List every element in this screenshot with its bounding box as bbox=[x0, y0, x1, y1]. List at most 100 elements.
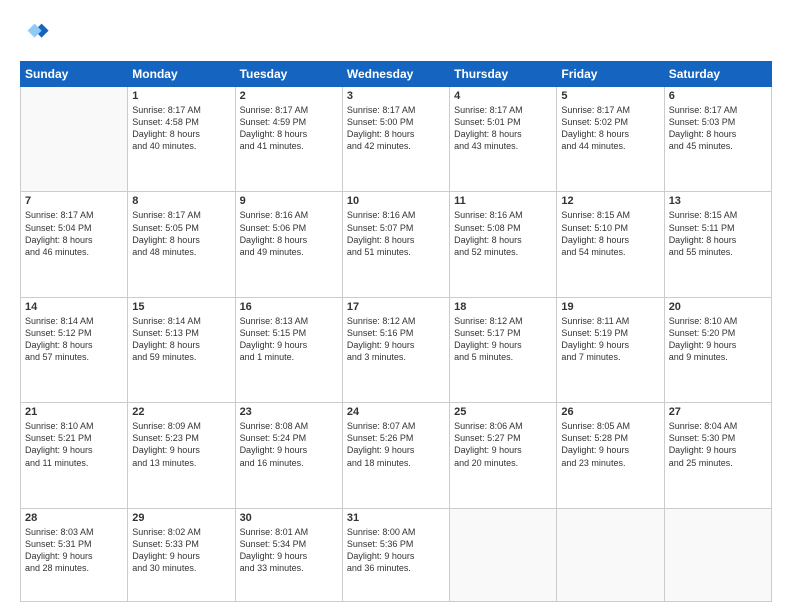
calendar-cell: 27 Sunrise: 8:04 AM Sunset: 5:30 PM Dayli… bbox=[664, 403, 771, 508]
day-info: Sunrise: 8:17 AM Sunset: 4:59 PM Dayligh… bbox=[240, 104, 338, 153]
calendar-cell: 31Sunrise: 8:00 AM Sunset: 5:36 PM Dayli… bbox=[342, 508, 449, 601]
day-info: Sunrise: 8:17 AM Sunset: 4:58 PM Dayligh… bbox=[132, 104, 230, 153]
day-number: 12 bbox=[561, 195, 659, 207]
calendar-header-row: SundayMondayTuesdayWednesdayThursdayFrid… bbox=[21, 62, 772, 87]
day-number: 15 bbox=[132, 301, 230, 313]
day-info: Sunrise: 8:12 AM Sunset: 5:17 PM Dayligh… bbox=[454, 315, 552, 364]
day-number: 29 bbox=[132, 512, 230, 524]
calendar-cell: 8 Sunrise: 8:17 AM Sunset: 5:05 PM Daylig… bbox=[128, 192, 235, 297]
calendar-cell: 30 Sunrise: 8:01 AM Sunset: 5:34 PM Dayli… bbox=[235, 508, 342, 601]
day-info: Sunrise: 8:15 AM Sunset: 5:10 PM Dayligh… bbox=[561, 209, 659, 258]
calendar-cell bbox=[664, 508, 771, 601]
day-number: 17 bbox=[347, 301, 445, 313]
day-number: 10 bbox=[347, 195, 445, 207]
day-info: Sunrise: 8:17 AM Sunset: 5:02 PM Dayligh… bbox=[561, 104, 659, 153]
calendar-cell: 16Sunrise: 8:13 AM Sunset: 5:15 PM Dayli… bbox=[235, 297, 342, 402]
day-number: 18 bbox=[454, 301, 552, 313]
calendar-cell: 18 Sunrise: 8:12 AM Sunset: 5:17 PM Dayli… bbox=[450, 297, 557, 402]
calendar-header-thursday: Thursday bbox=[450, 62, 557, 87]
day-number: 8 bbox=[132, 195, 230, 207]
day-number: 9 bbox=[240, 195, 338, 207]
calendar-cell: 11 Sunrise: 8:16 AM Sunset: 5:08 PM Dayli… bbox=[450, 192, 557, 297]
calendar-cell: 17 Sunrise: 8:12 AM Sunset: 5:16 PM Dayli… bbox=[342, 297, 449, 402]
day-number: 19 bbox=[561, 301, 659, 313]
day-info: Sunrise: 8:12 AM Sunset: 5:16 PM Dayligh… bbox=[347, 315, 445, 364]
calendar-cell: 3 Sunrise: 8:17 AM Sunset: 5:00 PM Daylig… bbox=[342, 87, 449, 192]
day-info: Sunrise: 8:10 AM Sunset: 5:21 PM Dayligh… bbox=[25, 420, 123, 469]
day-number: 30 bbox=[240, 512, 338, 524]
calendar-cell: 10 Sunrise: 8:16 AM Sunset: 5:07 PM Dayli… bbox=[342, 192, 449, 297]
day-info: Sunrise: 8:08 AM Sunset: 5:24 PM Dayligh… bbox=[240, 420, 338, 469]
calendar-cell: 26 Sunrise: 8:05 AM Sunset: 5:28 PM Dayli… bbox=[557, 403, 664, 508]
day-number: 27 bbox=[669, 406, 767, 418]
calendar-cell: 5Sunrise: 8:17 AM Sunset: 5:02 PM Daylig… bbox=[557, 87, 664, 192]
day-number: 26 bbox=[561, 406, 659, 418]
calendar-cell: 22 Sunrise: 8:09 AM Sunset: 5:23 PM Dayli… bbox=[128, 403, 235, 508]
day-info: Sunrise: 8:16 AM Sunset: 5:06 PM Dayligh… bbox=[240, 209, 338, 258]
calendar-cell: 12 Sunrise: 8:15 AM Sunset: 5:10 PM Dayli… bbox=[557, 192, 664, 297]
day-info: Sunrise: 8:10 AM Sunset: 5:20 PM Dayligh… bbox=[669, 315, 767, 364]
day-number: 11 bbox=[454, 195, 552, 207]
page: SundayMondayTuesdayWednesdayThursdayFrid… bbox=[0, 0, 792, 612]
calendar-cell: 21 Sunrise: 8:10 AM Sunset: 5:21 PM Dayli… bbox=[21, 403, 128, 508]
calendar-week-row: 7 Sunrise: 8:17 AM Sunset: 5:04 PM Daylig… bbox=[21, 192, 772, 297]
calendar-cell bbox=[450, 508, 557, 601]
day-number: 21 bbox=[25, 406, 123, 418]
day-number: 28 bbox=[25, 512, 123, 524]
day-info: Sunrise: 8:17 AM Sunset: 5:04 PM Dayligh… bbox=[25, 209, 123, 258]
day-info: Sunrise: 8:01 AM Sunset: 5:34 PM Dayligh… bbox=[240, 526, 338, 575]
day-info: Sunrise: 8:13 AM Sunset: 5:15 PM Dayligh… bbox=[240, 315, 338, 364]
calendar-week-row: 28Sunrise: 8:03 AM Sunset: 5:31 PM Dayli… bbox=[21, 508, 772, 601]
calendar-cell: 9 Sunrise: 8:16 AM Sunset: 5:06 PM Daylig… bbox=[235, 192, 342, 297]
calendar-cell: 24Sunrise: 8:07 AM Sunset: 5:26 PM Dayli… bbox=[342, 403, 449, 508]
day-number: 6 bbox=[669, 90, 767, 102]
calendar-cell: 29 Sunrise: 8:02 AM Sunset: 5:33 PM Dayli… bbox=[128, 508, 235, 601]
calendar-cell: 25Sunrise: 8:06 AM Sunset: 5:27 PM Dayli… bbox=[450, 403, 557, 508]
day-info: Sunrise: 8:04 AM Sunset: 5:30 PM Dayligh… bbox=[669, 420, 767, 469]
day-info: Sunrise: 8:00 AM Sunset: 5:36 PM Dayligh… bbox=[347, 526, 445, 575]
calendar-cell: 19 Sunrise: 8:11 AM Sunset: 5:19 PM Dayli… bbox=[557, 297, 664, 402]
day-number: 13 bbox=[669, 195, 767, 207]
day-info: Sunrise: 8:17 AM Sunset: 5:01 PM Dayligh… bbox=[454, 104, 552, 153]
day-info: Sunrise: 8:07 AM Sunset: 5:26 PM Dayligh… bbox=[347, 420, 445, 469]
calendar-cell: 7 Sunrise: 8:17 AM Sunset: 5:04 PM Daylig… bbox=[21, 192, 128, 297]
day-number: 7 bbox=[25, 195, 123, 207]
day-number: 3 bbox=[347, 90, 445, 102]
logo bbox=[20, 18, 52, 51]
day-number: 1 bbox=[132, 90, 230, 102]
calendar-table: SundayMondayTuesdayWednesdayThursdayFrid… bbox=[20, 61, 772, 602]
day-info: Sunrise: 8:11 AM Sunset: 5:19 PM Dayligh… bbox=[561, 315, 659, 364]
day-number: 20 bbox=[669, 301, 767, 313]
calendar-header-sunday: Sunday bbox=[21, 62, 128, 87]
calendar-cell: 1 Sunrise: 8:17 AM Sunset: 4:58 PM Daylig… bbox=[128, 87, 235, 192]
day-number: 14 bbox=[25, 301, 123, 313]
logo-icon bbox=[22, 18, 50, 46]
calendar-cell: 14 Sunrise: 8:14 AM Sunset: 5:12 PM Dayli… bbox=[21, 297, 128, 402]
day-number: 4 bbox=[454, 90, 552, 102]
calendar-cell: 15 Sunrise: 8:14 AM Sunset: 5:13 PM Dayli… bbox=[128, 297, 235, 402]
calendar-cell: 2 Sunrise: 8:17 AM Sunset: 4:59 PM Daylig… bbox=[235, 87, 342, 192]
calendar-header-wednesday: Wednesday bbox=[342, 62, 449, 87]
day-info: Sunrise: 8:14 AM Sunset: 5:12 PM Dayligh… bbox=[25, 315, 123, 364]
day-info: Sunrise: 8:02 AM Sunset: 5:33 PM Dayligh… bbox=[132, 526, 230, 575]
calendar-week-row: 14 Sunrise: 8:14 AM Sunset: 5:12 PM Dayli… bbox=[21, 297, 772, 402]
day-info: Sunrise: 8:05 AM Sunset: 5:28 PM Dayligh… bbox=[561, 420, 659, 469]
calendar-cell: 20 Sunrise: 8:10 AM Sunset: 5:20 PM Dayli… bbox=[664, 297, 771, 402]
calendar-cell: 28Sunrise: 8:03 AM Sunset: 5:31 PM Dayli… bbox=[21, 508, 128, 601]
day-info: Sunrise: 8:17 AM Sunset: 5:05 PM Dayligh… bbox=[132, 209, 230, 258]
day-info: Sunrise: 8:17 AM Sunset: 5:00 PM Dayligh… bbox=[347, 104, 445, 153]
day-info: Sunrise: 8:15 AM Sunset: 5:11 PM Dayligh… bbox=[669, 209, 767, 258]
day-info: Sunrise: 8:09 AM Sunset: 5:23 PM Dayligh… bbox=[132, 420, 230, 469]
calendar-week-row: 21 Sunrise: 8:10 AM Sunset: 5:21 PM Dayli… bbox=[21, 403, 772, 508]
calendar-header-tuesday: Tuesday bbox=[235, 62, 342, 87]
day-number: 22 bbox=[132, 406, 230, 418]
day-number: 2 bbox=[240, 90, 338, 102]
day-info: Sunrise: 8:14 AM Sunset: 5:13 PM Dayligh… bbox=[132, 315, 230, 364]
calendar-header-friday: Friday bbox=[557, 62, 664, 87]
calendar-week-row: 1 Sunrise: 8:17 AM Sunset: 4:58 PM Daylig… bbox=[21, 87, 772, 192]
calendar-cell: 6Sunrise: 8:17 AM Sunset: 5:03 PM Daylig… bbox=[664, 87, 771, 192]
day-number: 25 bbox=[454, 406, 552, 418]
day-info: Sunrise: 8:16 AM Sunset: 5:08 PM Dayligh… bbox=[454, 209, 552, 258]
day-info: Sunrise: 8:16 AM Sunset: 5:07 PM Dayligh… bbox=[347, 209, 445, 258]
day-number: 23 bbox=[240, 406, 338, 418]
